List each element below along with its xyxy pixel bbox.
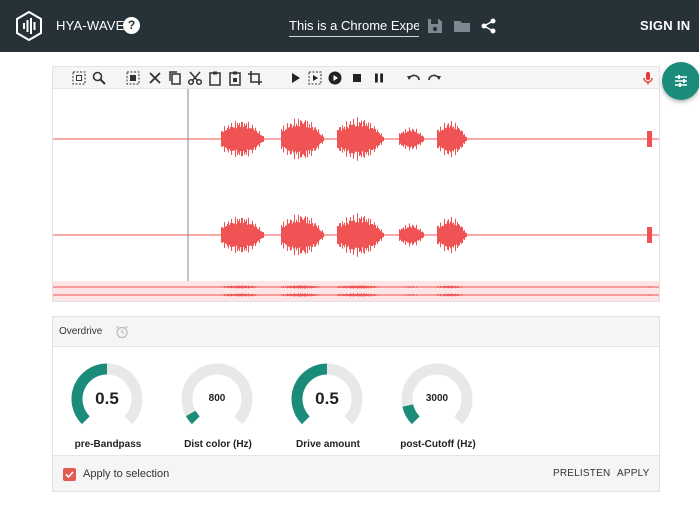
app-header: HYA-WAVE ? SIGN IN	[0, 0, 699, 52]
pause-icon[interactable]	[371, 70, 387, 86]
effects-header: Overdrive	[53, 317, 659, 347]
knob-drive-amount[interactable]: 0.5 Drive amount	[273, 357, 383, 451]
alarm-clock-icon[interactable]	[115, 325, 129, 339]
effects-panel: Overdrive 0.5 pre-Bandpass 800 Dist colo…	[52, 316, 660, 492]
knob-value: 800	[208, 393, 226, 404]
play-icon[interactable]	[287, 70, 303, 86]
knob-value: 3000	[425, 393, 449, 404]
paste-icon[interactable]	[207, 70, 223, 86]
knob-value: 0.5	[315, 389, 339, 408]
help-icon[interactable]: ?	[123, 17, 140, 34]
knob-label: post-Cutoff (Hz)	[400, 439, 476, 450]
knob-value: 0.5	[95, 389, 119, 408]
prelisten-button[interactable]: PRELISTEN	[553, 468, 610, 479]
knob-dist-color[interactable]: 800 Dist color (Hz)	[163, 357, 273, 451]
knob-label: Drive amount	[296, 439, 360, 450]
folder-icon[interactable]	[452, 16, 472, 36]
copy-icon[interactable]	[167, 70, 183, 86]
zoom-icon[interactable]	[91, 70, 107, 86]
save-icon[interactable]	[425, 16, 445, 36]
select-all-icon[interactable]	[125, 70, 141, 86]
app-name: HYA-WAVE	[56, 18, 125, 33]
sign-in-button[interactable]: SIGN IN	[640, 18, 691, 33]
crop-icon[interactable]	[247, 70, 263, 86]
waveform-editor	[52, 66, 660, 302]
editor-toolbar	[53, 67, 659, 89]
effects-toggle-button[interactable]	[662, 62, 699, 100]
knob-label: Dist color (Hz)	[184, 439, 252, 450]
knob-pre-bandpass[interactable]: 0.5 pre-Bandpass	[53, 357, 163, 451]
knob-post-cutoff[interactable]: 3000 post-Cutoff (Hz)	[383, 357, 493, 451]
effects-footer: Apply to selection PRELISTEN APPLY	[53, 455, 659, 491]
apply-to-selection-checkbox[interactable]	[63, 468, 76, 481]
effect-title: Overdrive	[59, 326, 103, 337]
waveform-overview[interactable]	[53, 281, 659, 301]
apply-to-selection-label[interactable]: Apply to selection	[83, 468, 169, 480]
redo-icon[interactable]	[427, 70, 443, 86]
checkmark-icon	[65, 471, 74, 479]
microphone-icon[interactable]	[640, 70, 656, 86]
waveform-display[interactable]	[53, 89, 659, 285]
select-region-icon[interactable]	[71, 70, 87, 86]
paste-mix-icon[interactable]	[227, 70, 243, 86]
apply-button[interactable]: APPLY	[617, 468, 650, 479]
tune-icon	[675, 75, 687, 87]
play-selection-icon[interactable]	[307, 70, 323, 86]
project-title-input[interactable]	[289, 15, 419, 37]
stop-icon[interactable]	[349, 70, 365, 86]
delete-icon[interactable]	[147, 70, 163, 86]
undo-icon[interactable]	[405, 70, 421, 86]
cut-icon[interactable]	[187, 70, 203, 86]
loop-play-icon[interactable]	[327, 70, 343, 86]
app-logo-icon	[16, 11, 42, 41]
knob-label: pre-Bandpass	[74, 439, 142, 450]
share-icon[interactable]	[479, 16, 499, 36]
